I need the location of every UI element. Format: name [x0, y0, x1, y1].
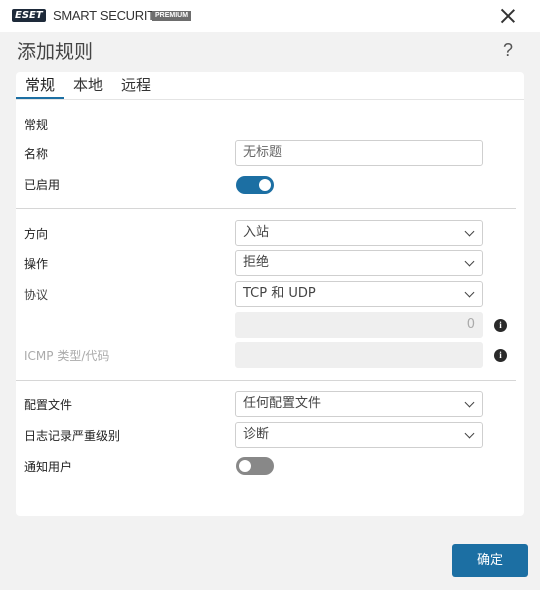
notify-toggle[interactable]	[236, 457, 274, 475]
action-label: 操作	[24, 257, 49, 271]
direction-label: 方向	[24, 227, 49, 241]
info-icon[interactable]: i	[494, 349, 507, 362]
icmp-field	[235, 342, 483, 368]
protocol-label: 协议	[24, 288, 49, 302]
toggle-knob	[239, 460, 251, 472]
direction-value: 入站	[243, 225, 270, 240]
page-title: 添加规则	[17, 41, 94, 63]
title-bar: ESET SMART SECURITY PREMIUM	[0, 0, 540, 32]
eset-logo: ESET	[12, 9, 46, 22]
tab-general[interactable]: 常规	[25, 75, 55, 95]
edition-badge: PREMIUM	[152, 11, 192, 21]
log-severity-label: 日志记录严重级别	[24, 429, 121, 443]
tab-remote[interactable]: 远程	[121, 75, 151, 95]
log-severity-value: 诊断	[243, 427, 270, 442]
name-field[interactable]: 无标题	[235, 140, 483, 166]
chevron-down-icon	[464, 256, 475, 267]
protocol-select[interactable]: TCP 和 UDP	[235, 281, 483, 307]
chevron-down-icon	[464, 397, 475, 408]
section-general-title: 常规	[24, 118, 49, 132]
help-icon[interactable]: ?	[503, 40, 513, 61]
ok-button[interactable]: 确定	[452, 544, 528, 577]
tabs-divider	[16, 99, 524, 100]
chevron-down-icon	[464, 428, 475, 439]
direction-select[interactable]: 入站	[235, 220, 483, 246]
profile-label: 配置文件	[24, 398, 73, 412]
icmp-label: ICMP 类型/代码	[24, 349, 110, 363]
chevron-down-icon	[464, 226, 475, 237]
action-select[interactable]: 拒绝	[235, 250, 483, 276]
active-tab-indicator	[16, 97, 64, 99]
enabled-label: 已启用	[24, 178, 61, 192]
tab-local[interactable]: 本地	[73, 75, 103, 95]
toggle-knob	[259, 179, 271, 191]
enabled-toggle[interactable]	[236, 176, 274, 194]
info-icon[interactable]: i	[494, 319, 507, 332]
protocol-value: TCP 和 UDP	[243, 286, 316, 301]
profile-select[interactable]: 任何配置文件	[235, 391, 483, 417]
divider	[16, 208, 516, 209]
close-icon[interactable]	[498, 6, 518, 26]
log-severity-select[interactable]: 诊断	[235, 422, 483, 448]
name-label: 名称	[24, 147, 49, 161]
product-name: SMART SECURITY	[53, 8, 164, 23]
profile-value: 任何配置文件	[243, 396, 322, 411]
action-value: 拒绝	[243, 255, 270, 270]
chevron-down-icon	[464, 287, 475, 298]
notify-label: 通知用户	[24, 460, 73, 474]
port-field: 0	[235, 312, 483, 338]
divider	[16, 380, 516, 381]
